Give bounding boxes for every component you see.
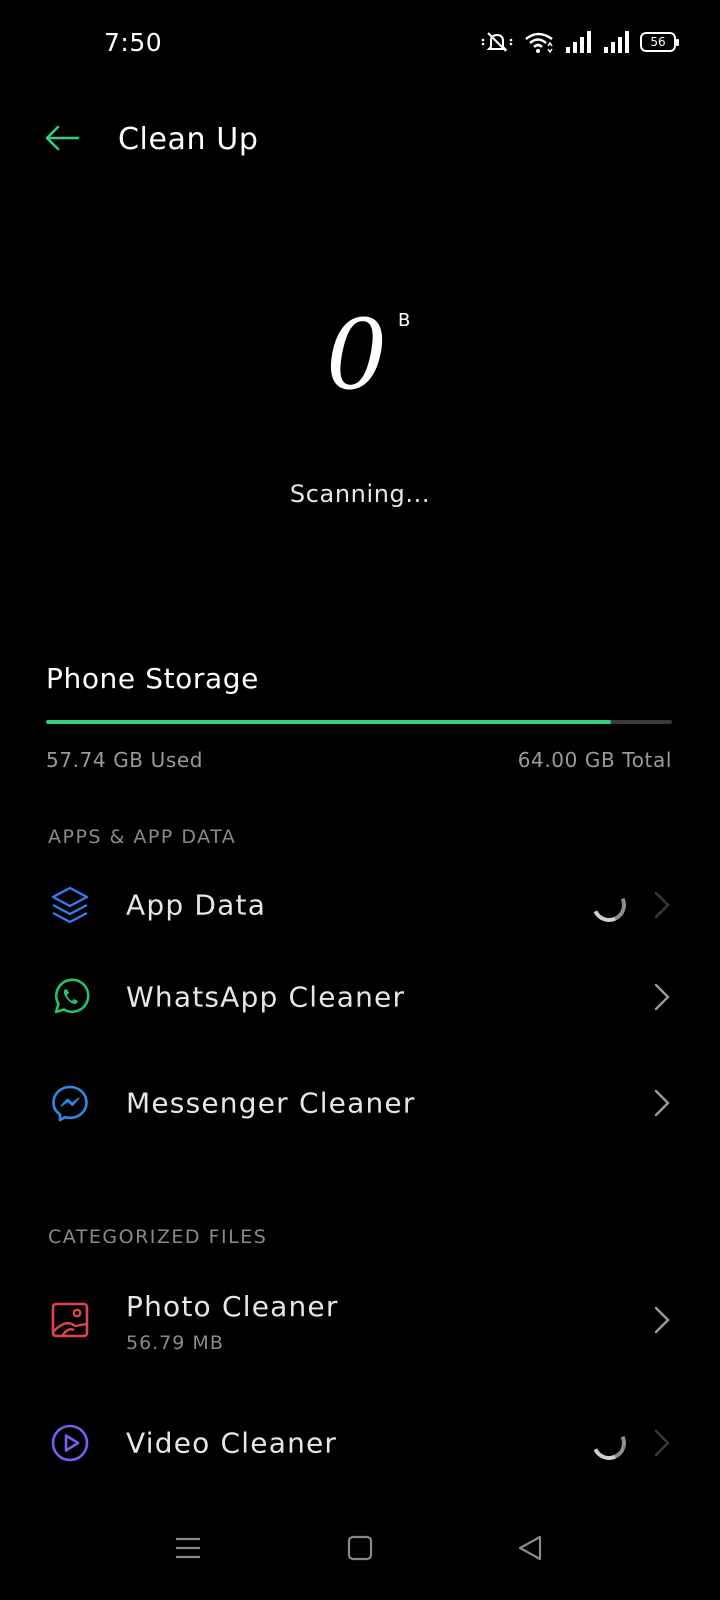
layers-icon — [48, 883, 92, 927]
status-icons: 56 — [480, 30, 679, 54]
list-item-label: Video Cleaner — [126, 1426, 338, 1460]
section-header-apps: APPS & APP DATA — [48, 826, 237, 848]
storage-used: 57.74 GB Used — [46, 748, 204, 772]
chevron-right-icon — [650, 1427, 674, 1459]
list-item-photo-cleaner[interactable]: Photo Cleaner 56.79 MB — [0, 1270, 720, 1370]
page-title: Clean Up — [118, 122, 259, 157]
whatsapp-icon — [48, 975, 92, 1019]
list-item-label: WhatsApp Cleaner — [126, 980, 406, 1014]
list-item-whatsapp-cleaner[interactable]: WhatsApp Cleaner — [0, 952, 720, 1042]
menu-button[interactable] — [168, 1530, 208, 1570]
section-header-files: CATEGORIZED FILES — [48, 1226, 268, 1248]
loading-spinner-icon — [587, 883, 631, 927]
list-item-video-cleaner[interactable]: Video Cleaner — [0, 1398, 720, 1488]
chevron-right-icon — [650, 889, 674, 921]
scan-size-display: 0 B — [0, 300, 720, 420]
signal-icon — [564, 31, 592, 53]
list-item-app-data[interactable]: App Data — [0, 860, 720, 950]
wifi-icon — [524, 30, 554, 54]
list-item-messenger-cleaner[interactable]: Messenger Cleaner — [0, 1058, 720, 1148]
photo-icon — [48, 1298, 92, 1342]
clean-up-screen: 7:50 56 Clean Up 0 B Scanning... Phone S… — [0, 0, 720, 1600]
chevron-right-icon — [650, 1087, 674, 1119]
storage-title: Phone Storage — [46, 662, 259, 695]
chevron-right-icon — [650, 981, 674, 1013]
list-item-label: Messenger Cleaner — [126, 1086, 416, 1120]
system-nav-bar — [0, 1490, 720, 1600]
app-header: Clean Up — [0, 110, 720, 170]
arrow-left-icon — [44, 124, 80, 156]
list-item-size: 56.79 MB — [126, 1332, 224, 1354]
play-circle-icon — [48, 1421, 92, 1465]
home-square-icon — [347, 1535, 373, 1565]
scan-size-unit: B — [398, 310, 411, 331]
back-button[interactable] — [40, 118, 84, 162]
status-time: 7:50 — [104, 28, 163, 57]
list-item-label: Photo Cleaner — [126, 1290, 339, 1323]
chevron-right-icon — [650, 1304, 674, 1336]
menu-icon — [174, 1536, 202, 1564]
loading-spinner-icon — [587, 1421, 631, 1465]
storage-progress-bar — [46, 720, 672, 724]
mute-icon — [480, 30, 514, 54]
status-bar: 7:50 56 — [0, 0, 720, 90]
scan-size-value: 0 — [326, 299, 388, 411]
scan-status: Scanning... — [289, 480, 431, 508]
battery-level: 56 — [650, 35, 666, 49]
messenger-icon — [48, 1081, 92, 1125]
battery-icon: 56 — [640, 32, 679, 52]
storage-progress-fill — [46, 720, 611, 724]
home-button[interactable] — [340, 1530, 380, 1570]
back-nav-button[interactable] — [510, 1530, 550, 1570]
signal-icon-2 — [602, 31, 630, 53]
list-item-label: App Data — [126, 888, 267, 922]
back-triangle-icon — [516, 1534, 544, 1566]
storage-total: 64.00 GB Total — [517, 748, 672, 772]
